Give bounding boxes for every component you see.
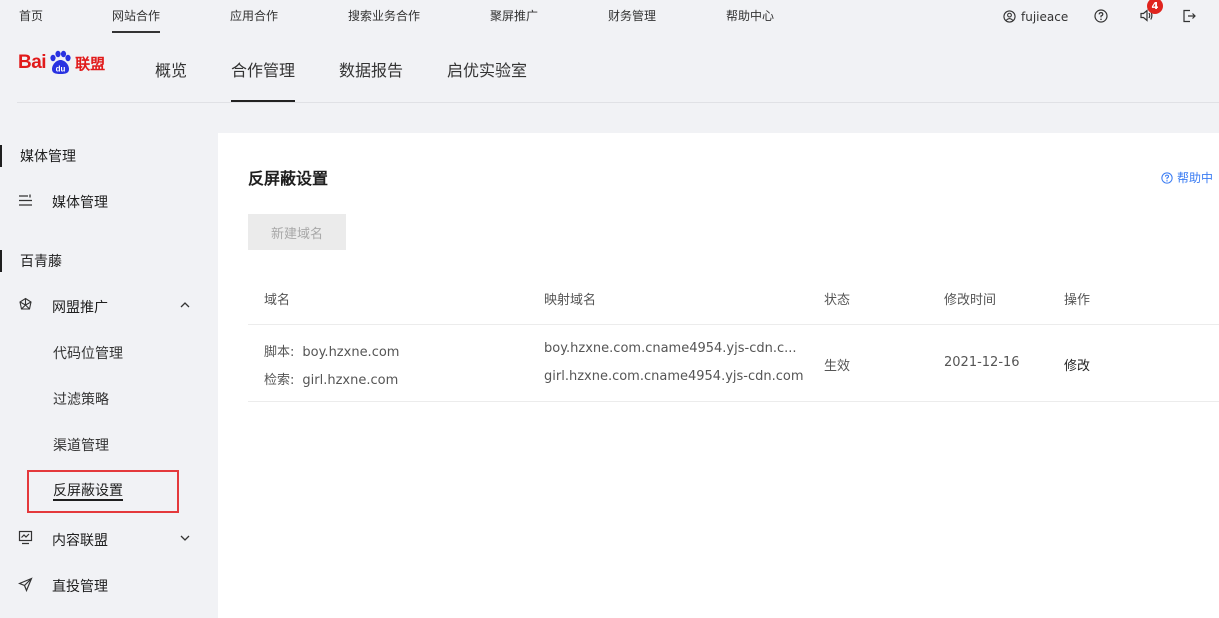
mapped-search-domain: girl.hzxne.com.cname4954.yjs-cdn.com bbox=[544, 369, 804, 384]
domain-script: 脚本: boy.hzxne.com bbox=[264, 341, 399, 360]
topnav-search-cooperation[interactable]: 搜索业务合作 bbox=[348, 7, 420, 24]
group-marker bbox=[0, 250, 2, 272]
chevron-down-icon[interactable] bbox=[179, 532, 191, 544]
sidebar-group-media: 媒体管理 bbox=[20, 149, 76, 165]
new-domain-button[interactable]: 新建域名 bbox=[248, 214, 346, 250]
sidebar-item-content-union[interactable]: 内容联盟 bbox=[52, 530, 108, 550]
group-marker bbox=[0, 145, 2, 167]
monitor-chart-icon bbox=[18, 530, 33, 545]
tab-data-report[interactable]: 数据报告 bbox=[339, 57, 403, 81]
help-circle-icon bbox=[1161, 171, 1173, 184]
username: fujieace bbox=[1021, 9, 1069, 24]
top-navigation: 首页 网站合作 应用合作 搜索业务合作 聚屏推广 财务管理 帮助中心 fujie… bbox=[0, 0, 1219, 33]
sidebar-sub-code-position[interactable]: 代码位管理 bbox=[53, 343, 123, 363]
baidu-paw-icon: du bbox=[50, 50, 71, 74]
logout-icon[interactable] bbox=[1182, 9, 1196, 23]
table-row-divider bbox=[248, 401, 1219, 402]
edit-link[interactable]: 修改 bbox=[1064, 355, 1090, 374]
mapped-script-domain: boy.hzxne.com.cname4954.yjs-cdn.c... bbox=[544, 341, 797, 356]
sidebar-sub-filter-strategy[interactable]: 过滤策略 bbox=[53, 389, 109, 409]
logo-text-lianmeng: 联盟 bbox=[75, 54, 106, 73]
logo-text-bai: Bai bbox=[18, 52, 47, 73]
topnav-home[interactable]: 首页 bbox=[19, 7, 43, 24]
domain-search-label: 检索: bbox=[264, 373, 295, 388]
topnav-screen-promotion[interactable]: 聚屏推广 bbox=[490, 7, 538, 24]
help-link-label: 帮助中 bbox=[1177, 171, 1214, 185]
sidebar-item-wangmeng[interactable]: 网盟推广 bbox=[52, 297, 108, 317]
status-value: 生效 bbox=[824, 359, 851, 374]
user-icon bbox=[1003, 10, 1016, 23]
sidebar-item-media-management[interactable]: 媒体管理 bbox=[52, 192, 108, 212]
user-menu[interactable]: fujieace bbox=[1003, 0, 1068, 33]
column-header-domain: 域名 bbox=[264, 293, 291, 308]
topnav-app-cooperation[interactable]: 应用合作 bbox=[230, 7, 278, 24]
logo-text-du: du bbox=[56, 65, 66, 74]
page-title: 反屏蔽设置 bbox=[248, 169, 329, 188]
header-divider bbox=[17, 102, 1219, 103]
tab-overview[interactable]: 概览 bbox=[155, 57, 187, 81]
domain-script-label: 脚本: bbox=[264, 345, 295, 360]
tab-cooperation-management[interactable]: 合作管理 bbox=[231, 57, 295, 81]
header: Bai du 联盟 概览 合作管理 数据报告 启优实验室 bbox=[0, 33, 1219, 103]
sidebar-item-direct-management[interactable]: 直投管理 bbox=[52, 576, 108, 596]
topnav-help-center[interactable]: 帮助中心 bbox=[726, 7, 774, 24]
domain-search-value: girl.hzxne.com bbox=[302, 373, 399, 388]
notification-badge: 4 bbox=[1147, 0, 1163, 14]
sidebar: 媒体管理 媒体管理 百青藤 网盟推广 代码位管理 过滤策略 渠道管理 反屏蔽设置… bbox=[0, 133, 218, 618]
tab-qiyou-lab[interactable]: 启优实验室 bbox=[447, 57, 527, 81]
topnav-website-cooperation[interactable]: 网站合作 bbox=[112, 7, 160, 24]
sidebar-sub-channel-management[interactable]: 渠道管理 bbox=[53, 435, 109, 455]
topnav-finance[interactable]: 财务管理 bbox=[608, 7, 656, 24]
main-content: 反屏蔽设置 帮助中 新建域名 域名 映射域名 状态 修改时间 操作 脚本: boy… bbox=[218, 133, 1219, 618]
column-header-status: 状态 bbox=[824, 293, 851, 308]
modified-time-value: 2021-12-16 bbox=[944, 355, 1020, 370]
list-icon bbox=[19, 194, 32, 206]
baidu-union-logo[interactable]: Bai du 联盟 bbox=[18, 47, 105, 79]
help-icon[interactable] bbox=[1094, 9, 1108, 23]
cube-icon bbox=[19, 297, 32, 310]
help-link[interactable]: 帮助中 bbox=[1161, 169, 1213, 186]
highlight-box bbox=[27, 470, 179, 513]
column-header-modified-time: 修改时间 bbox=[944, 293, 997, 308]
domain-search: 检索: girl.hzxne.com bbox=[264, 369, 398, 388]
chevron-up-icon[interactable] bbox=[179, 299, 191, 311]
send-icon bbox=[18, 577, 33, 592]
sidebar-group-baiqingteng: 百青藤 bbox=[20, 254, 62, 270]
table-header-divider bbox=[248, 324, 1219, 325]
column-header-action: 操作 bbox=[1064, 293, 1091, 308]
domain-script-value: boy.hzxne.com bbox=[302, 345, 400, 360]
column-header-mapped-domain: 映射域名 bbox=[544, 293, 597, 308]
